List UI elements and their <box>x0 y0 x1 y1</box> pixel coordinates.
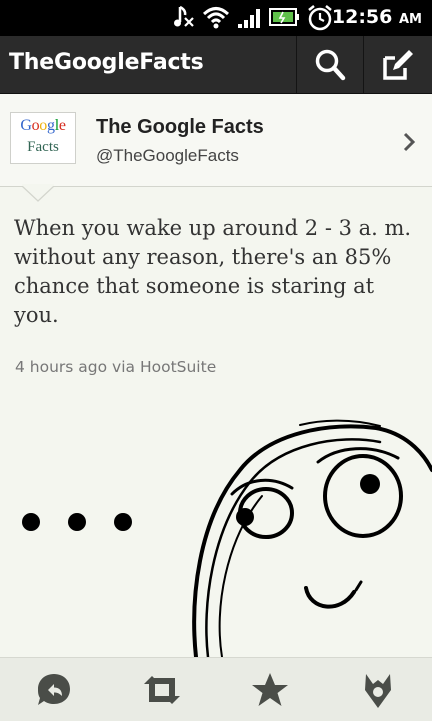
favorite-icon <box>252 672 288 706</box>
app-bar: TheGoogleFacts <box>0 36 432 94</box>
logo-text-facts: Facts <box>27 139 59 155</box>
compose-icon <box>383 49 413 80</box>
tweet-image[interactable] <box>0 400 432 657</box>
app-title: TheGoogleFacts <box>9 50 204 75</box>
favorite-button[interactable] <box>216 658 324 721</box>
chevron-right-icon[interactable] <box>402 132 416 152</box>
profile-handle: @TheGoogleFacts <box>96 146 239 165</box>
compose-button[interactable] <box>364 36 432 93</box>
logo-text-google: Google <box>20 117 66 134</box>
search-button[interactable] <box>297 36 363 93</box>
tweet-actions-toolbar <box>0 657 432 721</box>
ellipsis-dot <box>22 513 40 531</box>
clock-time: 12:56 <box>331 6 393 28</box>
status-bar: 12:56 AM <box>0 0 432 36</box>
avatar[interactable]: Google Facts <box>10 112 76 164</box>
bubble-notch <box>22 184 54 202</box>
battery-icon <box>269 8 299 26</box>
search-icon <box>315 49 346 80</box>
retweet-icon <box>144 675 180 704</box>
wifi-icon <box>202 7 230 29</box>
retweet-button[interactable] <box>108 658 216 721</box>
ellipsis-dot <box>68 513 86 531</box>
reply-icon <box>38 673 70 705</box>
reply-button[interactable] <box>0 658 108 721</box>
profile-header[interactable]: Google Facts The Google Facts @TheGoogle… <box>0 94 432 187</box>
more-icon <box>365 673 391 708</box>
music-muted-icon <box>174 5 194 27</box>
profile-name: The Google Facts <box>96 116 264 138</box>
clock: 12:56 AM <box>332 6 422 28</box>
tweet-meta: 4 hours ago via HootSuite <box>15 358 217 376</box>
tweet-text: When you wake up around 2 - 3 a. m. with… <box>14 216 412 327</box>
more-button[interactable] <box>324 658 432 721</box>
signal-icon <box>238 9 260 28</box>
alarm-icon <box>308 5 332 31</box>
ellipsis-dot <box>114 513 132 531</box>
clock-ampm: AM <box>399 12 422 27</box>
